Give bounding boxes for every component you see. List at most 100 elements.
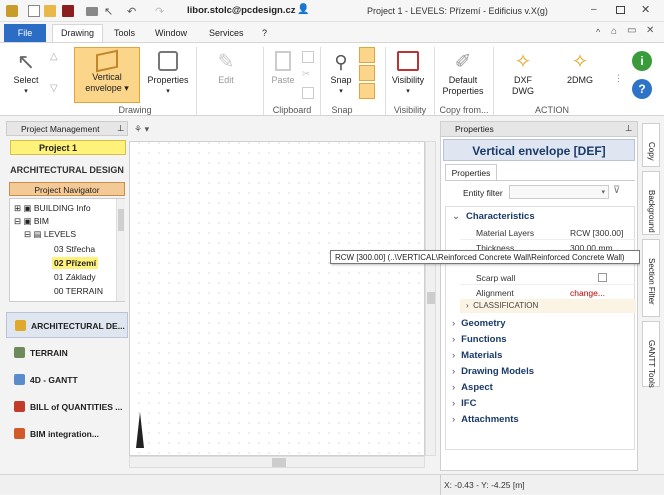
properties-panel: Properties ⊥ Vertical envelope [DEF] Pro… — [440, 121, 638, 471]
copy-icon[interactable] — [302, 51, 314, 63]
snap-ortho-icon[interactable] — [359, 83, 375, 99]
nav-4d-gantt[interactable]: 4D - GANTT — [6, 367, 128, 393]
title-bar: ↖ ↶ ↷ libor.stolc@pcdesign.cz 👤 Project … — [0, 0, 664, 22]
edit-button[interactable]: ✎ Edit — [206, 49, 246, 86]
tree-item-level-02[interactable]: 02 Přízemí — [52, 257, 99, 269]
nav-bim-integration[interactable]: BIM integration... — [6, 421, 128, 447]
category-characteristics[interactable]: ⌄ Characteristics — [452, 211, 535, 222]
tab-properties[interactable]: Properties — [445, 164, 497, 180]
user-icon[interactable]: 👤 — [297, 4, 309, 15]
row-classification[interactable]: › CLASSIFICATION — [460, 299, 636, 313]
tab-drawing[interactable]: Drawing — [52, 24, 104, 43]
help-icon[interactable]: ? — [632, 79, 652, 99]
save-icon[interactable] — [62, 5, 74, 17]
entity-filter-select[interactable]: ▾ — [509, 185, 609, 199]
scroll-down-icon[interactable]: ▽ — [50, 83, 58, 94]
north-arrow-icon — [136, 412, 144, 448]
ribbon-more-icon[interactable]: ⋮ — [614, 73, 623, 84]
row-alignment[interactable]: Alignment change... — [460, 285, 636, 300]
new-file-icon[interactable] — [28, 5, 40, 17]
row-scarp-wall[interactable]: Scarp wall — [460, 270, 636, 285]
nav-bill-of-quantities[interactable]: BILL of QUANTITIES ... — [6, 394, 128, 420]
side-tab-gantt-tools[interactable]: GANTT Tools — [642, 321, 660, 388]
undo-icon[interactable]: ↶ — [127, 5, 139, 18]
help-small-icon[interactable]: ⌂ — [611, 26, 617, 37]
project-navigator-button[interactable]: Project Navigator — [9, 182, 125, 196]
category-ifc[interactable]: › IFC — [452, 398, 476, 409]
nav-terrain[interactable]: TERRAIN — [6, 340, 128, 366]
paste-special-icon[interactable] — [302, 87, 314, 99]
group-copy-from: Copy from... — [439, 105, 489, 115]
tab-help[interactable]: ? — [254, 25, 275, 42]
properties-button[interactable]: Properties ▾ — [146, 49, 190, 97]
close-doc-icon[interactable]: ✕ — [646, 25, 654, 36]
print-icon[interactable] — [86, 7, 98, 16]
group-action: ACTION — [534, 105, 569, 115]
file-tab[interactable]: File — [4, 24, 46, 42]
project-item[interactable]: Project 1 — [10, 140, 126, 155]
info-icon[interactable]: i — [632, 51, 652, 71]
tab-services[interactable]: Services — [201, 25, 252, 42]
tree-item-level-00[interactable]: 00 TERRAIN — [54, 286, 103, 296]
cut-icon[interactable]: ✂ — [302, 69, 310, 80]
pointer-icon[interactable]: ↖ — [104, 5, 116, 18]
scarp-wall-checkbox[interactable] — [598, 273, 607, 282]
canvas-tool-icon[interactable]: ⚘ ▾ — [134, 124, 149, 135]
tab-window[interactable]: Window — [147, 25, 195, 42]
tree-item-level-03[interactable]: 03 Střecha — [54, 244, 95, 254]
clipboard-icon — [275, 51, 291, 71]
select-button[interactable]: ↖ Select ▾ — [8, 49, 44, 97]
minimize-icon[interactable]: – — [591, 4, 597, 15]
snap-button[interactable]: ⚲ Snap ▾ — [326, 49, 356, 97]
status-bar: X: -0.43 - Y: -4.25 [m] — [0, 474, 664, 495]
group-visibility: Visibility — [393, 105, 427, 115]
tree-item-building-info[interactable]: ⊞ ▣ BUILDING Info — [14, 203, 91, 214]
wand-2dmg-icon: ✧ — [571, 51, 589, 73]
canvas-hscroll[interactable] — [129, 456, 425, 468]
snap-grid-icon[interactable] — [359, 47, 375, 63]
filter-icon[interactable]: ⊽ — [613, 185, 620, 196]
scroll-up-icon[interactable]: △ — [50, 51, 58, 62]
properties-pin-icon[interactable]: ⊥ — [625, 123, 632, 134]
default-properties-button[interactable]: ✐ Default Properties — [438, 49, 488, 97]
tree-item-level-01[interactable]: 01 Základy — [54, 272, 96, 282]
close-icon[interactable]: ✕ — [641, 3, 650, 16]
category-attachments[interactable]: › Attachments — [452, 414, 519, 425]
tab-tools[interactable]: Tools — [106, 25, 143, 42]
dxf-dwg-button[interactable]: ✧ DXF DWG — [500, 49, 546, 97]
user-email: libor.stolc@pcdesign.cz — [187, 5, 296, 16]
2dmg-button[interactable]: ✧ 2DMG — [558, 49, 602, 86]
property-grid: ⌄ Characteristics Material Layers RCW [300… — [445, 206, 636, 450]
canvas-vscroll[interactable] — [425, 141, 436, 456]
tree-scrollbar[interactable] — [116, 199, 125, 301]
open-folder-icon[interactable] — [44, 5, 56, 17]
pin-icon[interactable]: ⊥ — [117, 123, 124, 134]
tree-item-bim[interactable]: ⊟ ▣ BIM — [14, 216, 49, 227]
row-material-layers[interactable]: Material Layers RCW [300.00] — [460, 225, 636, 240]
redo-icon[interactable]: ↷ — [155, 5, 167, 18]
side-tab-section-filter[interactable]: Section Filter — [642, 239, 660, 317]
vertical-envelope-button[interactable]: Vertical envelope ▾ — [74, 47, 140, 103]
snap-point-icon[interactable] — [359, 65, 375, 81]
drawing-canvas[interactable] — [129, 141, 425, 456]
category-materials[interactable]: › Materials — [452, 350, 502, 361]
ribbon-collapse-icon[interactable]: ^ — [596, 27, 600, 37]
paste-button[interactable]: Paste — [268, 49, 298, 86]
panel-header: Project Management ⊥ — [6, 121, 128, 136]
side-tab-background[interactable]: Background — [642, 171, 660, 235]
entity-filter-label: Entity filter — [463, 188, 503, 198]
category-functions[interactable]: › Functions — [452, 334, 507, 345]
visibility-button[interactable]: Visibility ▾ — [388, 49, 428, 97]
nav-architectural-design[interactable]: ARCHITECTURAL DE... — [6, 312, 128, 338]
select-arrow-icon: ↖ — [16, 49, 36, 74]
maximize-icon[interactable] — [616, 6, 625, 14]
group-snap: Snap — [331, 105, 353, 115]
tree-item-levels[interactable]: ⊟ ▤ LEVELS — [24, 229, 76, 240]
category-geometry[interactable]: › Geometry — [452, 318, 506, 329]
category-aspect[interactable]: › Aspect — [452, 382, 493, 393]
snap-magnet-icon: ⚲ — [334, 52, 348, 72]
restore-icon[interactable]: ▭ — [627, 25, 636, 36]
side-tab-copy[interactable]: Copy — [642, 123, 660, 167]
section-title: ARCHITECTURAL DESIGN — [10, 165, 124, 175]
category-drawing-models[interactable]: › Drawing Models — [452, 366, 534, 377]
